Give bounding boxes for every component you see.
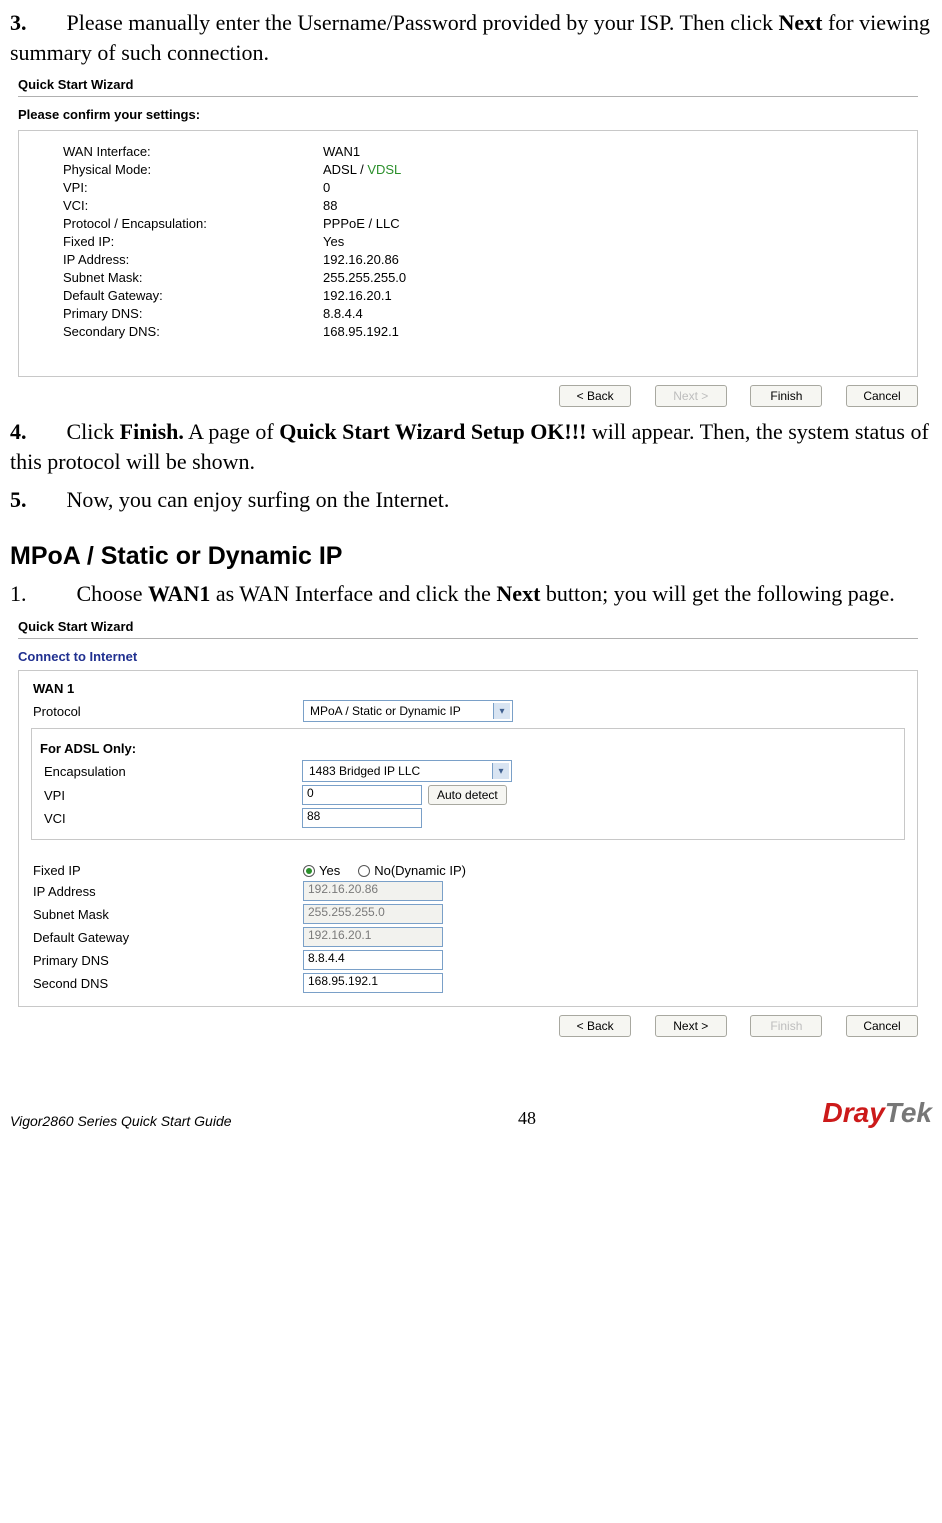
chevron-down-icon: ▾	[492, 763, 509, 779]
second-dns-input[interactable]: 168.95.192.1	[303, 973, 443, 993]
subnet-mask-row: Subnet Mask 255.255.255.0	[33, 904, 907, 924]
fixed-ip-no-radio[interactable]: No(Dynamic IP)	[358, 863, 466, 878]
finish-button[interactable]: Finish	[750, 1015, 822, 1037]
protocol-row: Protocol MPoA / Static or Dynamic IP ▾	[33, 700, 907, 722]
wizard-confirm-screenshot: Quick Start Wizard Please confirm your s…	[18, 77, 918, 407]
row-ip-address: IP Address:192.16.20.86	[63, 252, 903, 267]
back-button[interactable]: < Back	[559, 385, 631, 407]
mpoa-step-1-number: 1.	[10, 581, 27, 606]
vci-input[interactable]: 88	[302, 808, 422, 828]
chevron-down-icon: ▾	[493, 703, 510, 719]
second-dns-label: Second DNS	[33, 976, 303, 991]
row-primary-dns: Primary DNS:8.8.4.4	[63, 306, 903, 321]
auto-detect-button[interactable]: Auto detect	[428, 785, 507, 805]
encap-select[interactable]: 1483 Bridged IP LLC ▾	[302, 760, 512, 782]
step-3-bold: Next	[779, 10, 823, 35]
subnet-mask-input[interactable]: 255.255.255.0	[303, 904, 443, 924]
footer-page-number: 48	[518, 1108, 536, 1129]
mpoa-step-1: 1.Choose WAN1 as WAN Interface and click…	[10, 579, 932, 609]
protocol-label: Protocol	[33, 704, 303, 719]
step-3: 3. Please manually enter the Username/Pas…	[10, 8, 932, 67]
row-fixed-ip: Fixed IP:Yes	[63, 234, 903, 249]
default-gateway-row: Default Gateway 192.16.20.1	[33, 927, 907, 947]
row-vpi: VPI:0	[63, 180, 903, 195]
wizard-title-2: Quick Start Wizard	[18, 619, 918, 634]
wizard-connect-screenshot: Quick Start Wizard Connect to Internet W…	[18, 619, 918, 1037]
row-protocol-encap: Protocol / Encapsulation:PPPoE / LLC	[63, 216, 903, 231]
connect-to-internet-label: Connect to Internet	[18, 649, 918, 664]
ip-address-input[interactable]: 192.16.20.86	[303, 881, 443, 901]
cancel-button[interactable]: Cancel	[846, 1015, 918, 1037]
page-footer: Vigor2860 Series Quick Start Guide 48 Dr…	[10, 1097, 932, 1129]
next-button[interactable]: Next >	[655, 385, 727, 407]
vci-row: VCI 88	[44, 808, 896, 828]
fixed-ip-label: Fixed IP	[33, 863, 303, 878]
finish-button[interactable]: Finish	[750, 385, 822, 407]
radio-icon	[358, 865, 370, 877]
fixed-ip-row: Fixed IP Yes No(Dynamic IP)	[33, 863, 907, 878]
connect-panel: WAN 1 Protocol MPoA / Static or Dynamic …	[18, 670, 918, 1007]
encap-label: Encapsulation	[44, 764, 302, 779]
step-5: 5.Now, you can enjoy surfing on the Inte…	[10, 485, 932, 515]
adsl-only-label: For ADSL Only:	[40, 741, 896, 756]
draytek-logo: DrayTek	[823, 1097, 932, 1129]
ip-address-label: IP Address	[33, 884, 303, 899]
confirm-settings-label: Please confirm your settings:	[18, 107, 918, 122]
primary-dns-row: Primary DNS 8.8.4.4	[33, 950, 907, 970]
encap-row: Encapsulation 1483 Bridged IP LLC ▾	[44, 760, 896, 782]
fixed-ip-yes-radio[interactable]: Yes	[303, 863, 340, 878]
vpi-row: VPI 0 Auto detect	[44, 785, 896, 805]
primary-dns-label: Primary DNS	[33, 953, 303, 968]
default-gateway-label: Default Gateway	[33, 930, 303, 945]
wizard-title: Quick Start Wizard	[18, 77, 918, 92]
radio-icon	[303, 865, 315, 877]
protocol-select[interactable]: MPoA / Static or Dynamic IP ▾	[303, 700, 513, 722]
primary-dns-input[interactable]: 8.8.4.4	[303, 950, 443, 970]
ip-address-row: IP Address 192.16.20.86	[33, 881, 907, 901]
vpi-input[interactable]: 0	[302, 785, 422, 805]
wizard-button-bar-2: < Back Next > Finish Cancel	[18, 1015, 918, 1037]
default-gateway-input[interactable]: 192.16.20.1	[303, 927, 443, 947]
row-subnet-mask: Subnet Mask:255.255.255.0	[63, 270, 903, 285]
footer-guide-title: Vigor2860 Series Quick Start Guide	[10, 1113, 232, 1129]
next-button[interactable]: Next >	[655, 1015, 727, 1037]
row-default-gateway: Default Gateway:192.16.20.1	[63, 288, 903, 303]
section-mpoa-heading: MPoA / Static or Dynamic IP	[10, 542, 932, 571]
wan1-label: WAN 1	[33, 681, 907, 696]
vci-label: VCI	[44, 811, 302, 826]
adsl-only-fieldset: For ADSL Only: Encapsulation 1483 Bridge…	[31, 728, 905, 840]
step-4: 4.Click Finish. A page of Quick Start Wi…	[10, 417, 932, 476]
back-button[interactable]: < Back	[559, 1015, 631, 1037]
row-secondary-dns: Secondary DNS:168.95.192.1	[63, 324, 903, 339]
step-3-text-a: Please manually enter the Username/Passw…	[67, 10, 779, 35]
step-3-number: 3.	[10, 10, 27, 35]
settings-panel: WAN Interface:WAN1 Physical Mode:ADSL / …	[18, 130, 918, 377]
divider	[18, 96, 918, 97]
cancel-button[interactable]: Cancel	[846, 385, 918, 407]
step-5-number: 5.	[10, 487, 27, 512]
wizard-button-bar: < Back Next > Finish Cancel	[18, 385, 918, 407]
row-wan-interface: WAN Interface:WAN1	[63, 144, 903, 159]
second-dns-row: Second DNS 168.95.192.1	[33, 973, 907, 993]
subnet-mask-label: Subnet Mask	[33, 907, 303, 922]
step-4-number: 4.	[10, 419, 27, 444]
row-vci: VCI:88	[63, 198, 903, 213]
row-physical-mode: Physical Mode:ADSL / VDSL	[63, 162, 903, 177]
vpi-label: VPI	[44, 788, 302, 803]
divider	[18, 638, 918, 639]
